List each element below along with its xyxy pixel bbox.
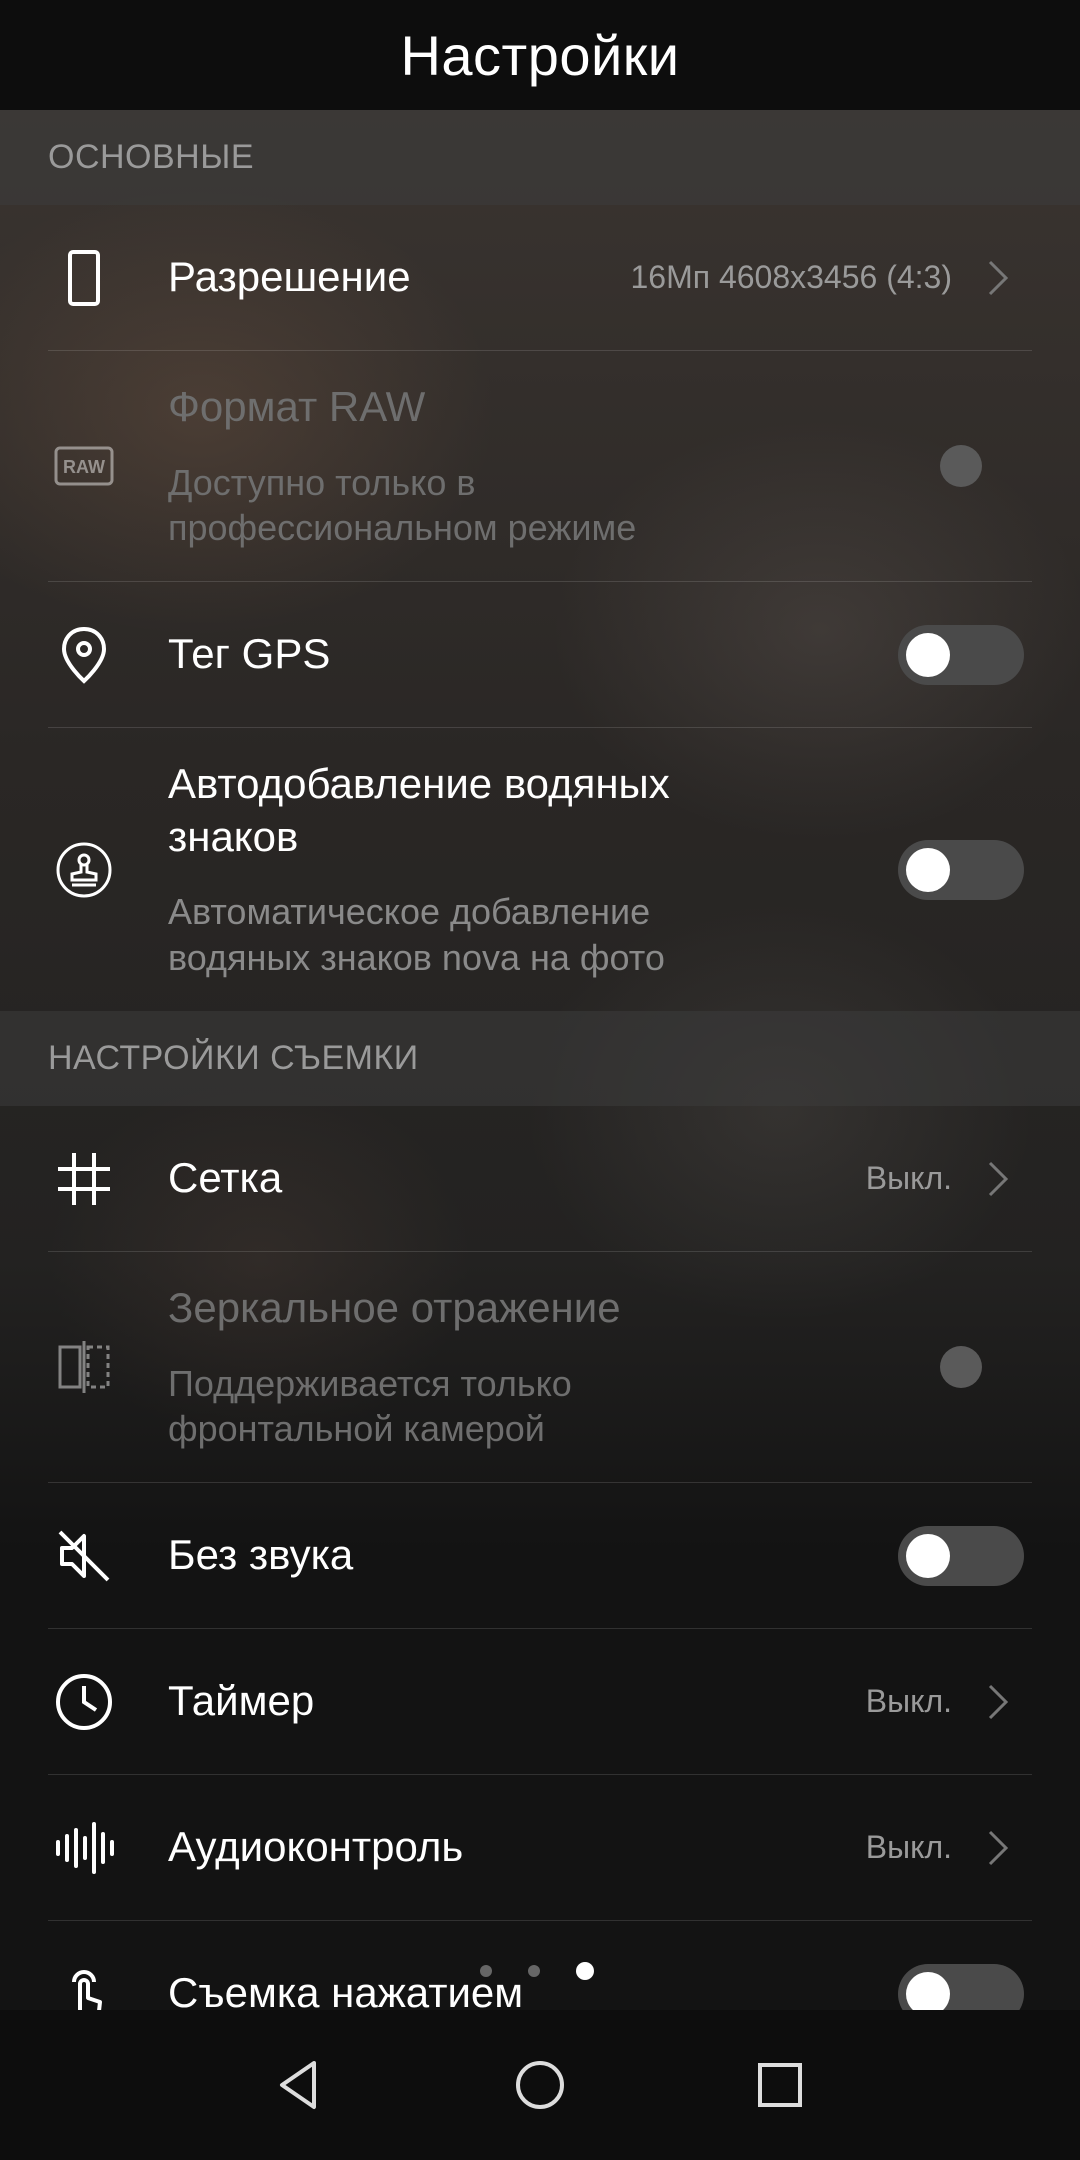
setting-audio-control[interactable]: Аудиоконтроль Выкл. (48, 1775, 1032, 1921)
mirror-icon (48, 1331, 120, 1403)
app-header: Настройки (0, 0, 1080, 110)
setting-label: Без звука (168, 1531, 354, 1579)
setting-resolution[interactable]: Разрешение 16Мп 4608x3456 (4:3) (48, 205, 1032, 351)
sound-wave-icon (48, 1812, 120, 1884)
setting-gps-tag[interactable]: Тег GPS (48, 582, 1032, 728)
system-navigation-bar (0, 2010, 1080, 2160)
setting-grid[interactable]: Сетка Выкл. (48, 1106, 1032, 1252)
setting-timer[interactable]: Таймер Выкл. (48, 1629, 1032, 1775)
clock-icon (48, 1666, 120, 1738)
chevron-right-icon (988, 260, 1009, 295)
setting-watermark[interactable]: Автодобавление водяных знаков Автоматиче… (48, 728, 1032, 1011)
disabled-toggle (940, 1346, 982, 1388)
section-header-basic: ОСНОВНЫЕ (0, 110, 1080, 205)
grid-icon (48, 1143, 120, 1215)
setting-label: Зеркальное отражение (168, 1284, 621, 1332)
page-dot (528, 1965, 540, 1977)
settings-list[interactable]: ОСНОВНЫЕ Разрешение 16Мп 4608x3456 (4:3)… (0, 110, 1080, 2010)
page-dot-active (576, 1962, 594, 1980)
setting-mirror: Зеркальное отражение Поддерживается толь… (48, 1252, 1032, 1483)
setting-mute[interactable]: Без звука (48, 1483, 1032, 1629)
page-title: Настройки (400, 23, 680, 87)
setting-label: Аудиоконтроль (168, 1823, 464, 1871)
disabled-toggle (940, 445, 982, 487)
gps-toggle[interactable] (898, 624, 1024, 685)
setting-label: Тег GPS (168, 630, 331, 678)
mute-icon (48, 1520, 120, 1592)
svg-text:RAW: RAW (63, 457, 105, 477)
recents-icon[interactable] (752, 2057, 808, 2113)
home-icon[interactable] (512, 2057, 568, 2113)
setting-value: 16Мп 4608x3456 (4:3) (630, 259, 952, 295)
setting-value: Выкл. (865, 1160, 952, 1196)
touch-icon (48, 1958, 120, 2010)
setting-label: Автодобавление водяных знаков (168, 760, 670, 860)
stamp-icon (48, 834, 120, 906)
chevron-right-icon (988, 1684, 1009, 1719)
setting-raw-format: RAW Формат RAW Доступно только в професс… (48, 351, 1032, 582)
raw-icon: RAW (48, 430, 120, 502)
chevron-right-icon (988, 1161, 1009, 1196)
page-indicator (480, 1962, 594, 1980)
setting-label: Формат RAW (168, 383, 426, 431)
setting-description: Автоматическое добавление водяных знаков… (168, 891, 665, 978)
phone-icon (48, 242, 120, 314)
setting-description: Поддерживается только фронтальной камеро… (168, 1362, 572, 1450)
setting-label: Таймер (168, 1677, 315, 1725)
touch-capture-toggle[interactable] (898, 1963, 1024, 2010)
setting-description: Доступно только в профессиональном режим… (168, 461, 637, 549)
setting-value: Выкл. (865, 1829, 952, 1865)
setting-label: Разрешение (168, 253, 411, 301)
location-pin-icon (48, 619, 120, 691)
chevron-right-icon (988, 1830, 1009, 1865)
back-icon[interactable] (272, 2057, 328, 2113)
page-dot (480, 1965, 492, 1977)
setting-value: Выкл. (865, 1683, 952, 1719)
section-header-shooting: НАСТРОЙКИ СЪЕМКИ (0, 1011, 1080, 1106)
setting-label: Сетка (168, 1154, 283, 1202)
mute-toggle[interactable] (898, 1525, 1024, 1586)
watermark-toggle[interactable] (898, 839, 1024, 900)
